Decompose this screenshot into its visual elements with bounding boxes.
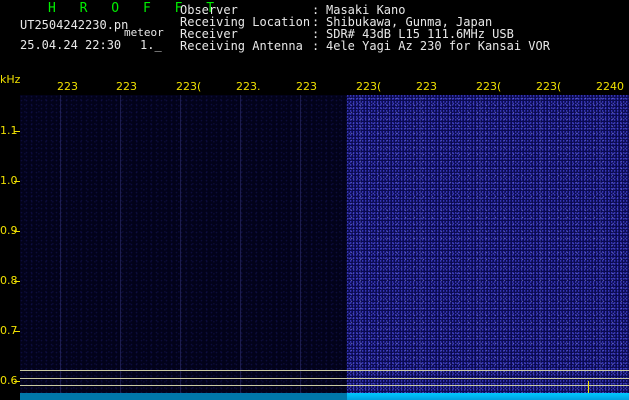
grid-line: [120, 95, 121, 400]
y-tick-mark: [14, 331, 20, 332]
info-value: 4ele Yagi Az 230 for Kansai VOR: [326, 39, 550, 53]
image-filename: UT2504242230.pn: [20, 18, 129, 32]
grid-line: [360, 95, 361, 400]
grid-line: [540, 95, 541, 400]
reference-line: [20, 385, 629, 386]
x-tick-label: 223: [57, 80, 78, 93]
grid-line: [300, 95, 301, 400]
x-tick-label: 223(: [536, 80, 562, 93]
grid-line: [60, 95, 61, 400]
station-info: Observer: Masaki Kano Receiving Location:…: [180, 4, 550, 52]
waterfall-spectrogram: [20, 95, 629, 400]
x-tick-label: 223: [296, 80, 317, 93]
y-tick-mark: [14, 131, 20, 132]
header-panel: H R O F F T UT2504242230.pn meteor 25.04…: [0, 0, 629, 72]
info-label: Receiving Antenna: [180, 39, 303, 53]
x-tick-label: 223(: [176, 80, 202, 93]
timestamp-extra: 1._: [140, 38, 162, 52]
grid-line: [180, 95, 181, 400]
reference-line: [20, 370, 629, 371]
signal-trace-left: [20, 393, 347, 400]
x-tick-label: 2240: [596, 80, 624, 93]
x-tick-label: 223(: [476, 80, 502, 93]
y-tick-mark: [14, 281, 20, 282]
waterfall-dim-region: [20, 95, 347, 400]
waterfall-bright-region: [347, 95, 629, 400]
y-tick-mark: [14, 381, 20, 382]
x-tick-label: 223: [116, 80, 137, 93]
info-separator: :: [312, 39, 320, 53]
grid-line: [240, 95, 241, 400]
grid-line: [480, 95, 481, 400]
grid-line: [420, 95, 421, 400]
signal-trace-right: [347, 393, 629, 400]
y-axis-unit: kHz: [0, 73, 21, 86]
grid-line: [600, 95, 601, 400]
reference-line: [20, 378, 629, 379]
x-tick-label: 223(: [356, 80, 382, 93]
info-row-antenna: Receiving Antenna:4ele Yagi Az 230 for K…: [180, 40, 550, 52]
x-tick-label: 223: [416, 80, 437, 93]
y-tick-mark: [14, 181, 20, 182]
timestamp: 25.04.24 22:30: [20, 38, 122, 52]
y-tick-mark: [14, 231, 20, 232]
x-tick-label: 223.: [236, 80, 261, 93]
